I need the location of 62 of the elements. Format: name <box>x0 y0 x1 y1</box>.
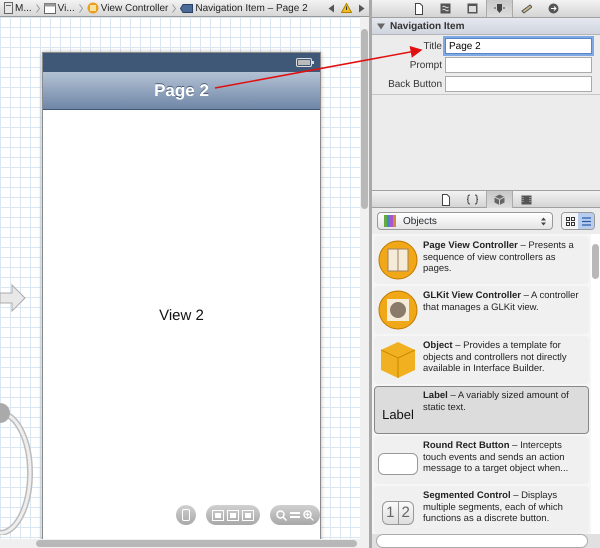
books-icon <box>384 215 398 227</box>
segue-arrow-drawing <box>0 283 26 313</box>
library-item[interactable]: GLKit View Controller – A controller that manages a GLKit view. <box>374 286 589 334</box>
cube-icon <box>379 340 417 380</box>
breadcrumb-item[interactable]: M... <box>15 0 32 16</box>
inspector-tab[interactable] <box>486 191 513 208</box>
stepper-icon <box>541 216 546 226</box>
next-icon[interactable] <box>358 4 365 12</box>
objects-dropdown[interactable]: Objects <box>377 212 553 230</box>
braces-icon <box>467 194 478 206</box>
library-item[interactable]: Page View Controller – Presents a sequence of view controllers as pages. <box>374 236 589 284</box>
warning-icon[interactable] <box>341 3 352 13</box>
button-preview <box>378 453 418 475</box>
field-label: Back Button <box>388 78 442 92</box>
field-label: Prompt <box>410 58 442 72</box>
filter-field[interactable] <box>376 534 588 548</box>
navigation-title: Page 2 <box>154 80 209 102</box>
disclosure-triangle-icon[interactable] <box>377 22 385 30</box>
field-label: Title <box>423 40 442 54</box>
help-icon <box>440 2 451 14</box>
chevron-icon <box>36 4 40 12</box>
chevron-icon <box>78 4 83 12</box>
controller-icon <box>86 2 99 14</box>
label-preview: Label <box>382 406 414 424</box>
film-icon <box>521 194 532 206</box>
arrow-circle-icon <box>548 2 559 14</box>
sphere-icon <box>378 290 418 330</box>
library-item[interactable]: 1 2 Segmented Control – Displays multiple segments, each of which functions as a discrete button. <box>374 486 589 534</box>
section-title: Navigation Item <box>390 20 464 34</box>
list-icon <box>582 216 590 226</box>
previous-icon[interactable] <box>328 4 335 12</box>
grid-view-button[interactable] <box>562 213 578 229</box>
book-icon <box>378 240 418 280</box>
shield-icon <box>494 2 505 14</box>
inspector-tab[interactable] <box>486 0 513 17</box>
phone-icon <box>182 509 190 521</box>
document-icon <box>413 2 424 14</box>
vertical-scrollbar[interactable] <box>360 17 369 539</box>
chevron-icon <box>172 4 176 12</box>
horizontal-scrollbar[interactable] <box>0 539 369 548</box>
cube-icon <box>494 194 505 206</box>
text-field[interactable] <box>445 76 592 92</box>
grid-icon <box>566 216 574 226</box>
tag-icon <box>180 4 194 12</box>
list-view-button[interactable] <box>578 213 594 229</box>
segmented-control-preview: 1 2 <box>382 500 414 526</box>
section-header[interactable]: Navigation Item <box>372 18 600 35</box>
library-item[interactable]: Round Rect Button – Intercepts touch events and sends an action message to a target object when... <box>374 436 589 484</box>
view-label: View 2 <box>159 306 204 325</box>
battery-icon <box>296 58 314 67</box>
text-field[interactable] <box>445 57 592 73</box>
library-item[interactable]: Label Label – A variably sized amount of static text. <box>374 386 589 434</box>
text-field[interactable]: Page 2 <box>445 38 592 54</box>
window-icon <box>44 2 56 14</box>
library-item[interactable]: Object – Provides a template for objects and controllers not directly available in Interface Builder. <box>374 336 589 384</box>
document-icon <box>440 194 451 206</box>
breadcrumb-item[interactable]: Vi... <box>58 0 75 16</box>
breadcrumb-item[interactable]: Navigation Item – Page 2 <box>195 0 308 16</box>
ruler-icon <box>521 2 532 14</box>
identity-icon <box>467 2 478 14</box>
breadcrumb-item[interactable]: View Controller <box>100 0 168 16</box>
document-icon <box>4 2 13 14</box>
